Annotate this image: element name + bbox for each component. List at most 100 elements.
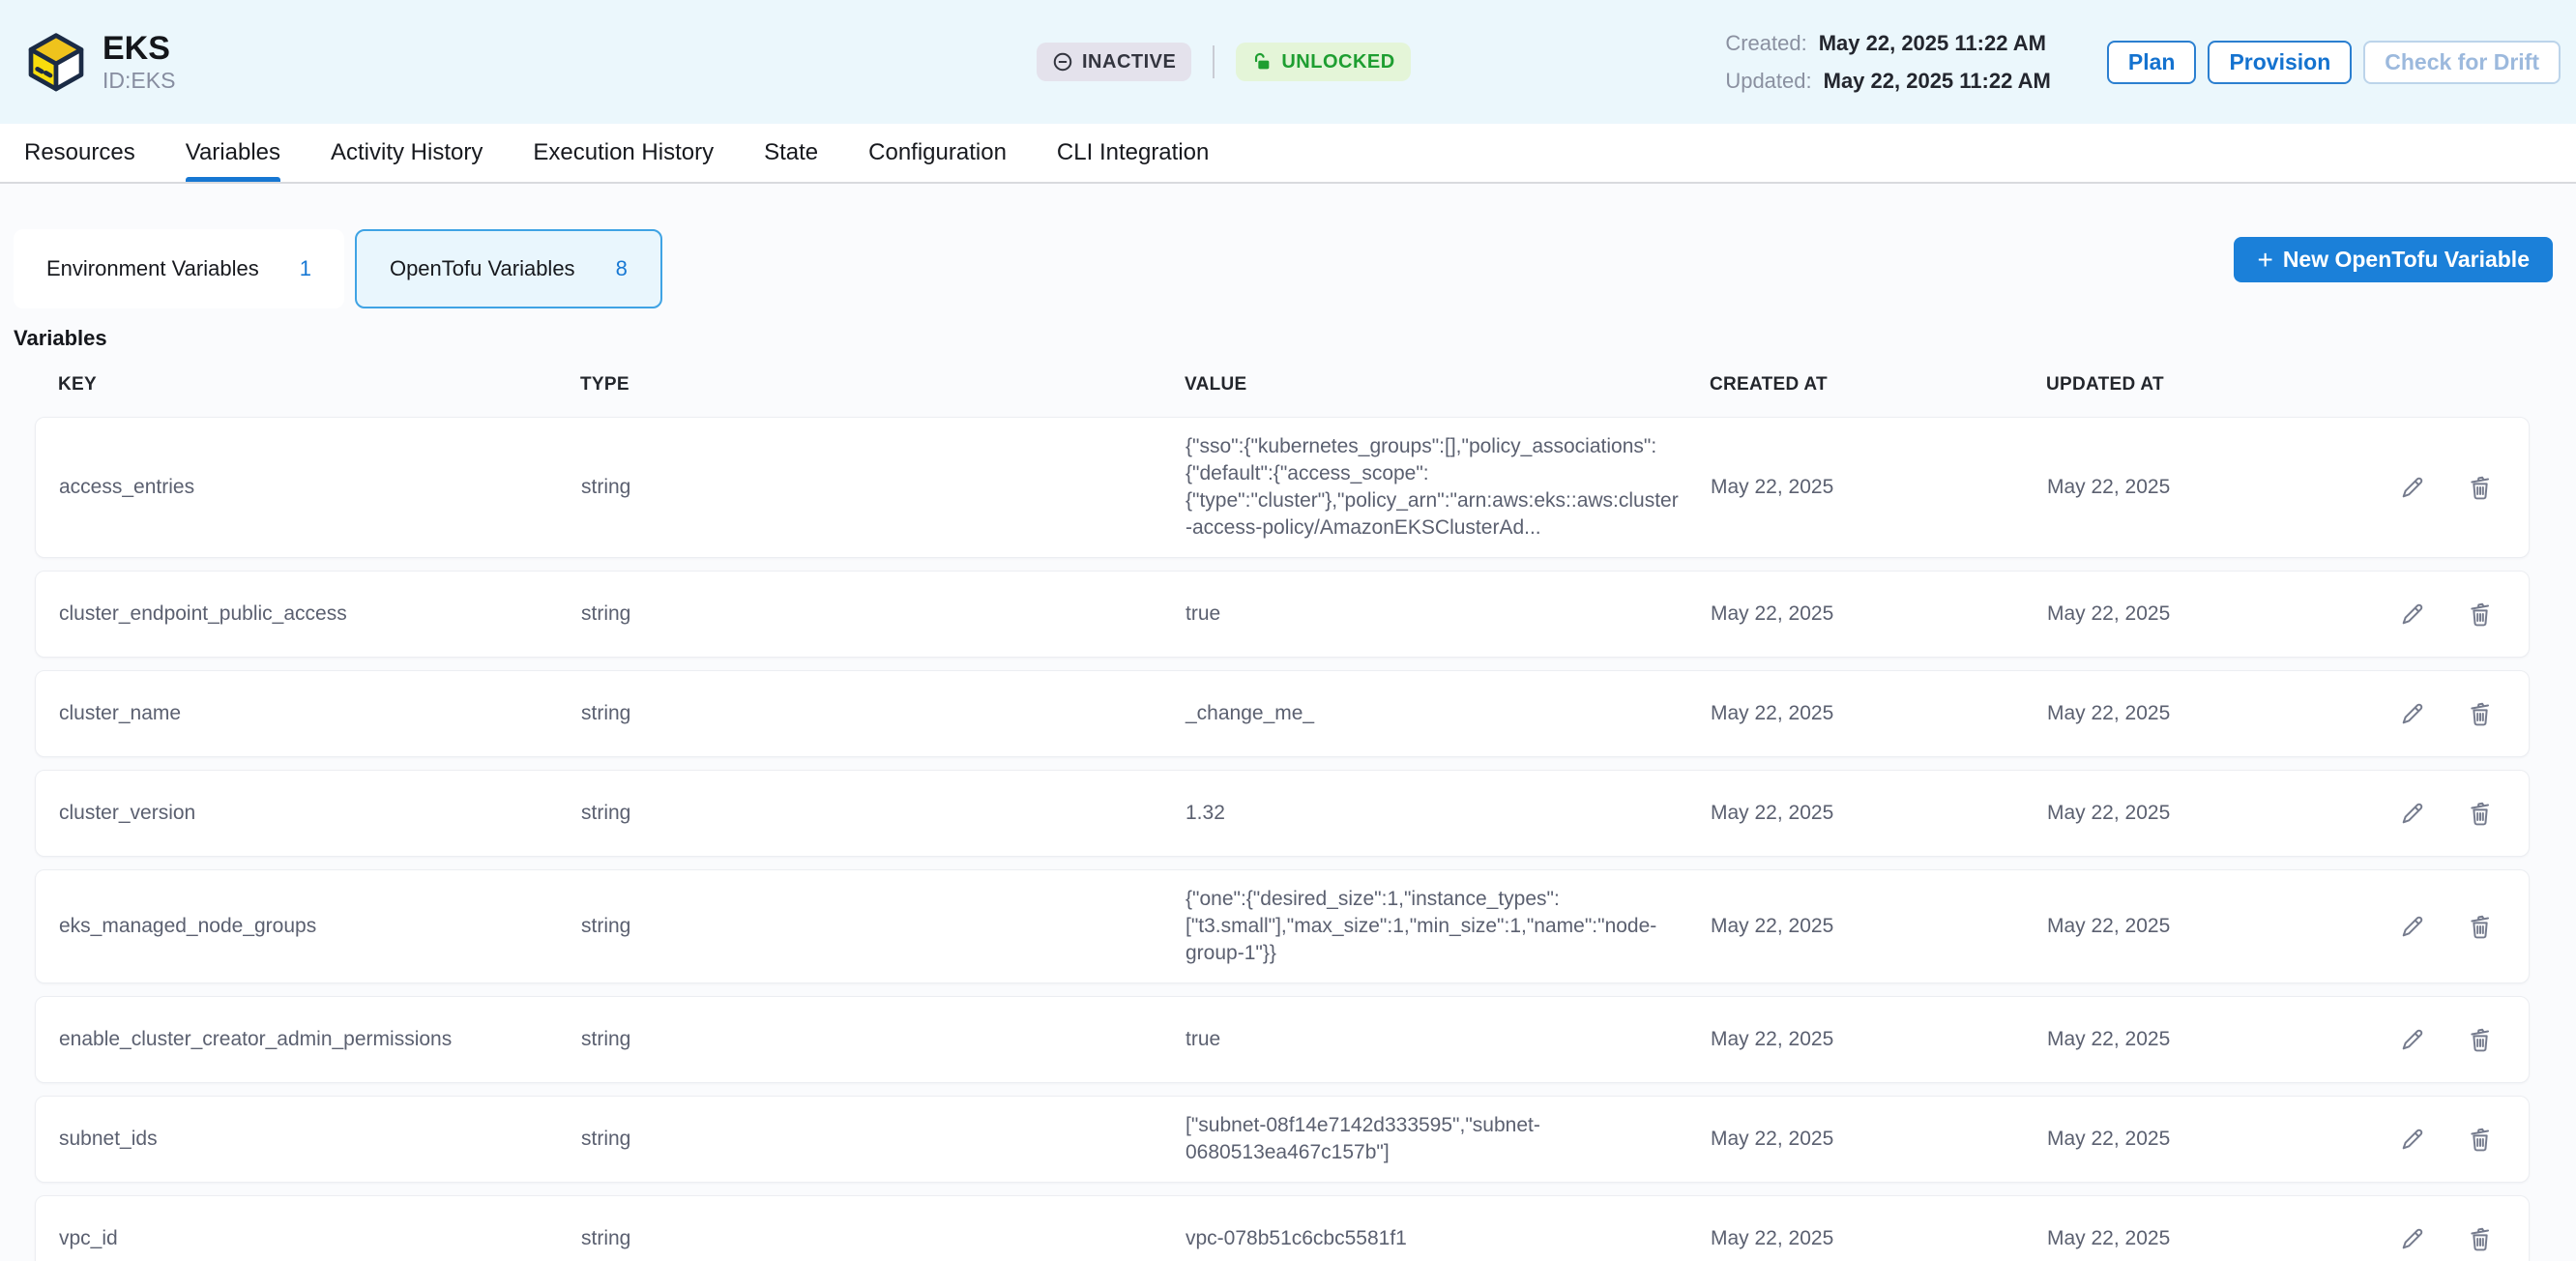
trash-icon: [2467, 1026, 2494, 1053]
variable-updated-at: May 22, 2025: [2047, 601, 2399, 628]
updated-label: Updated:: [1725, 69, 1811, 94]
status-badge: INACTIVE: [1037, 43, 1191, 81]
variable-key: vpc_id: [59, 1225, 581, 1252]
edit-variable-button[interactable]: [2399, 913, 2426, 940]
plus-icon: +: [2257, 247, 2272, 274]
pencil-icon: [2399, 913, 2426, 940]
tab-state[interactable]: State: [764, 124, 818, 182]
column-header-value: VALUE: [1185, 374, 1710, 396]
edit-variable-button[interactable]: [2399, 601, 2426, 628]
updated-value: May 22, 2025 11:22 AM: [1824, 69, 2051, 94]
row-actions: [2399, 1026, 2494, 1053]
variable-created-at: May 22, 2025: [1711, 1225, 2047, 1252]
check-for-drift-button[interactable]: Check for Drift: [2363, 41, 2561, 84]
status-badges: INACTIVE UNLOCKED: [1037, 43, 1411, 81]
row-actions: [2399, 1126, 2494, 1153]
delete-variable-button[interactable]: [2467, 1225, 2494, 1252]
created-row: Created: May 22, 2025 11:22 AM: [1725, 31, 2051, 56]
delete-variable-button[interactable]: [2467, 601, 2494, 628]
created-value: May 22, 2025 11:22 AM: [1819, 31, 2046, 56]
environment-variables-label: Environment Variables: [46, 256, 259, 281]
delete-variable-button[interactable]: [2467, 1126, 2494, 1153]
variable-updated-at: May 22, 2025: [2047, 474, 2399, 501]
trash-icon: [2467, 800, 2494, 827]
variable-value: 1.32: [1186, 800, 1711, 827]
lock-badge-label: UNLOCKED: [1281, 51, 1394, 73]
trash-icon: [2467, 700, 2494, 727]
variable-updated-at: May 22, 2025: [2047, 913, 2399, 940]
table-row: access_entries string {"sso":{"kubernete…: [35, 417, 2530, 558]
delete-variable-button[interactable]: [2467, 700, 2494, 727]
delete-variable-button[interactable]: [2467, 800, 2494, 827]
variable-value: {"sso":{"kubernetes_groups":[],"policy_a…: [1186, 433, 1711, 542]
unlocked-icon: [1251, 51, 1273, 73]
variable-key: subnet_ids: [59, 1126, 581, 1153]
delete-variable-button[interactable]: [2467, 913, 2494, 940]
variable-value: true: [1186, 1026, 1711, 1053]
row-actions: [2399, 700, 2494, 727]
pencil-icon: [2399, 800, 2426, 827]
variable-value: _change_me_: [1186, 700, 1711, 727]
variable-type: string: [581, 474, 1186, 501]
variable-value: vpc-078b51c6cbc5581f1: [1186, 1225, 1711, 1252]
opentofu-variables-count: 8: [616, 256, 628, 281]
tab-cli-integration[interactable]: CLI Integration: [1057, 124, 1209, 182]
variable-created-at: May 22, 2025: [1711, 800, 2047, 827]
variables-page: Environment Variables 1 OpenTofu Variabl…: [0, 229, 2576, 1261]
tab-configuration[interactable]: Configuration: [868, 124, 1007, 182]
variable-created-at: May 22, 2025: [1711, 700, 2047, 727]
new-opentofu-variable-label: New OpenTofu Variable: [2283, 247, 2530, 273]
delete-variable-button[interactable]: [2467, 474, 2494, 501]
variables-table-body: access_entries string {"sso":{"kubernete…: [35, 417, 2530, 1261]
table-row: vpc_id string vpc-078b51c6cbc5581f1 May …: [35, 1195, 2530, 1261]
edit-variable-button[interactable]: [2399, 1225, 2426, 1252]
environment-variables-tab[interactable]: Environment Variables 1: [14, 229, 344, 308]
column-header-key: KEY: [58, 374, 580, 396]
variable-updated-at: May 22, 2025: [2047, 800, 2399, 827]
edit-variable-button[interactable]: [2399, 700, 2426, 727]
column-header-updated-at: UPDATED AT: [2046, 374, 2398, 396]
stack-id: ID:EKS: [102, 67, 175, 94]
variable-type: string: [581, 1126, 1186, 1153]
updated-row: Updated: May 22, 2025 11:22 AM: [1725, 69, 2051, 94]
variable-updated-at: May 22, 2025: [2047, 1026, 2399, 1053]
pencil-icon: [2399, 1225, 2426, 1252]
lock-badge: UNLOCKED: [1236, 43, 1410, 81]
row-actions: [2399, 601, 2494, 628]
variable-updated-at: May 22, 2025: [2047, 1126, 2399, 1153]
stack-tab-bar: Resources Variables Activity History Exe…: [0, 124, 2576, 184]
table-row: subnet_ids string ["subnet-08f14e7142d33…: [35, 1096, 2530, 1183]
delete-variable-button[interactable]: [2467, 1026, 2494, 1053]
badge-divider: [1213, 45, 1215, 78]
timestamps: Created: May 22, 2025 11:22 AM Updated: …: [1725, 31, 2051, 94]
provision-button[interactable]: Provision: [2208, 41, 2352, 84]
opentofu-variables-tab[interactable]: OpenTofu Variables 8: [355, 229, 662, 308]
circle-minus-icon: [1052, 51, 1073, 73]
table-row: eks_managed_node_groups string {"one":{"…: [35, 869, 2530, 983]
created-label: Created:: [1725, 31, 1806, 56]
tab-variables[interactable]: Variables: [186, 124, 280, 182]
tab-execution-history[interactable]: Execution History: [533, 124, 714, 182]
variable-value: {"one":{"desired_size":1,"instance_types…: [1186, 886, 1711, 967]
pencil-icon: [2399, 474, 2426, 501]
stack-brand: EKS ID:EKS: [0, 30, 175, 94]
tab-resources[interactable]: Resources: [24, 124, 135, 182]
stack-titles: EKS ID:EKS: [102, 30, 175, 94]
environment-variables-count: 1: [300, 256, 311, 281]
variable-created-at: May 22, 2025: [1711, 474, 2047, 501]
variable-value: ["subnet-08f14e7142d333595","subnet-0680…: [1186, 1112, 1711, 1166]
edit-variable-button[interactable]: [2399, 800, 2426, 827]
edit-variable-button[interactable]: [2399, 474, 2426, 501]
variable-type: string: [581, 601, 1186, 628]
page-title: EKS: [102, 30, 175, 67]
edit-variable-button[interactable]: [2399, 1026, 2426, 1053]
edit-variable-button[interactable]: [2399, 1126, 2426, 1153]
new-opentofu-variable-button[interactable]: + New OpenTofu Variable: [2234, 237, 2553, 282]
status-badge-label: INACTIVE: [1082, 51, 1176, 73]
variable-created-at: May 22, 2025: [1711, 1126, 2047, 1153]
tab-activity-history[interactable]: Activity History: [331, 124, 483, 182]
plan-button[interactable]: Plan: [2107, 41, 2197, 84]
variable-type: string: [581, 1026, 1186, 1053]
row-actions: [2399, 913, 2494, 940]
variable-created-at: May 22, 2025: [1711, 601, 2047, 628]
